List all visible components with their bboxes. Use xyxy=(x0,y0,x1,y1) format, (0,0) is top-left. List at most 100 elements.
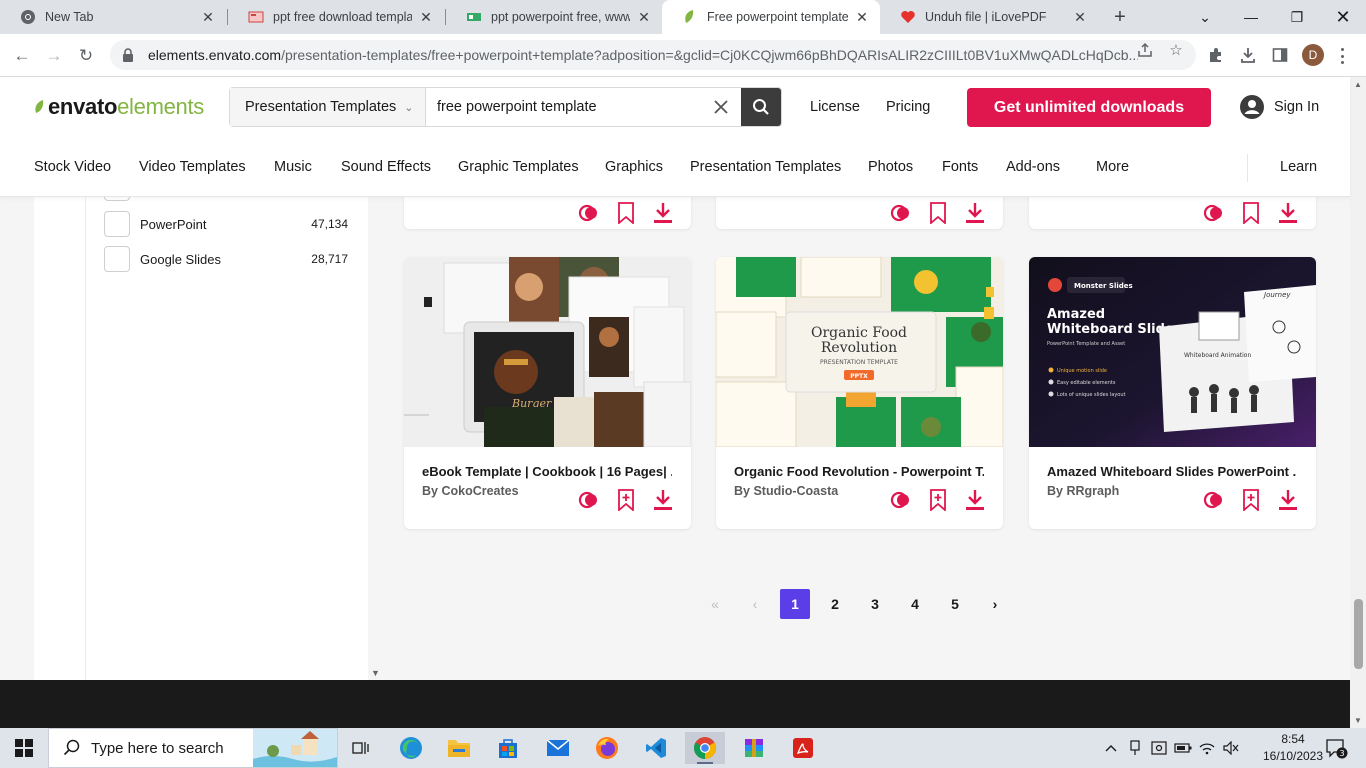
nav-fonts[interactable]: Fonts xyxy=(942,159,978,175)
nav-learn[interactable]: Learn xyxy=(1280,159,1317,175)
filter-powerpoint[interactable]: PowerPoint 47,134 xyxy=(104,211,348,237)
forward-arrow-icon[interactable]: → xyxy=(40,42,68,70)
close-icon[interactable]: ✕ xyxy=(854,9,870,25)
preview-icon[interactable] xyxy=(889,488,913,512)
download-icon[interactable] xyxy=(1276,488,1300,512)
card-author[interactable]: By Studio-Coasta xyxy=(734,484,838,498)
pricing-link[interactable]: Pricing xyxy=(886,99,930,115)
filter-checkbox[interactable] xyxy=(104,211,130,237)
address-bar[interactable]: elements.envato.com/presentation-templat… xyxy=(110,40,1196,70)
profile-avatar[interactable]: D xyxy=(1302,44,1324,66)
next-page-icon[interactable]: › xyxy=(980,589,1010,619)
bookmark-add-icon[interactable] xyxy=(1239,201,1263,225)
microsoft-store-icon[interactable] xyxy=(488,732,528,764)
amazed-whiteboard-thumbnail[interactable]: Monster Slides Amazed Whiteboard Slides … xyxy=(1029,257,1316,447)
download-icon[interactable] xyxy=(963,488,987,512)
minimize-icon[interactable]: — xyxy=(1228,0,1274,34)
result-card-amazed-whiteboard[interactable]: Monster Slides Amazed Whiteboard Slides … xyxy=(1029,257,1316,529)
nav-stock-video[interactable]: Stock Video xyxy=(34,159,111,175)
first-page-icon[interactable]: « xyxy=(700,589,730,619)
category-dropdown[interactable]: Presentation Templates ⌄ xyxy=(230,88,426,126)
nav-photos[interactable]: Photos xyxy=(868,159,913,175)
bookmark-add-icon[interactable] xyxy=(614,201,638,225)
edge-browser-icon[interactable] xyxy=(391,732,431,764)
task-view-icon[interactable] xyxy=(341,732,381,764)
page-1[interactable]: 1 xyxy=(780,589,810,619)
acrobat-pdf-icon[interactable] xyxy=(783,732,823,764)
nav-video-templates[interactable]: Video Templates xyxy=(139,159,246,175)
filter-google-slides[interactable]: Google Slides 28,717 xyxy=(104,246,348,272)
chevron-up-icon[interactable] xyxy=(1102,744,1120,752)
result-card[interactable] xyxy=(1029,197,1316,229)
nav-more[interactable]: More xyxy=(1096,159,1129,175)
back-arrow-icon[interactable]: ← xyxy=(8,42,36,70)
search-input[interactable]: free powerpoint template xyxy=(426,88,741,126)
reload-icon[interactable]: ↻ xyxy=(72,42,100,70)
firefox-icon[interactable] xyxy=(587,732,627,764)
result-card-cookbook[interactable]: Burger eBook Template | Cookbook | 16 Pa… xyxy=(404,257,691,529)
download-icon[interactable] xyxy=(651,488,675,512)
license-link[interactable]: License xyxy=(810,99,860,115)
result-card[interactable] xyxy=(404,197,691,229)
winrar-icon[interactable] xyxy=(734,732,774,764)
chrome-taskbar-icon[interactable] xyxy=(685,732,725,764)
wifi-icon[interactable] xyxy=(1198,741,1216,755)
browser-menu-icon[interactable] xyxy=(1336,46,1348,66)
notification-center-icon[interactable]: 3 xyxy=(1324,736,1348,760)
maximize-icon[interactable]: ❐ xyxy=(1274,0,1320,34)
nav-add-ons[interactable]: Add-ons xyxy=(1006,159,1060,175)
nav-presentation-templates[interactable]: Presentation Templates xyxy=(690,159,841,175)
sign-in-link[interactable]: Sign In xyxy=(1240,95,1319,119)
result-card[interactable] xyxy=(716,197,1003,229)
page-scrollbar[interactable]: ▲ ▼ xyxy=(1350,77,1366,728)
extensions-puzzle-icon[interactable] xyxy=(1206,45,1226,65)
bookmark-star-icon[interactable]: ☆ xyxy=(1167,41,1185,59)
cookbook-thumbnail[interactable]: Burger xyxy=(404,257,691,447)
nav-music[interactable]: Music xyxy=(274,159,312,175)
usb-device-icon[interactable] xyxy=(1126,740,1144,756)
get-unlimited-downloads-button[interactable]: Get unlimited downloads xyxy=(967,88,1211,127)
mail-icon[interactable] xyxy=(538,732,578,764)
new-tab-plus-icon[interactable]: + xyxy=(1108,5,1132,29)
tab-new-tab[interactable]: New Tab ✕ xyxy=(0,0,226,34)
preview-icon[interactable] xyxy=(577,488,601,512)
bookmark-add-icon[interactable] xyxy=(926,201,950,225)
vscode-icon[interactable] xyxy=(636,732,676,764)
nav-sound-effects[interactable]: Sound Effects xyxy=(341,159,431,175)
scrollbar-thumb[interactable] xyxy=(1354,599,1363,669)
tab-ppt-powerpoint-free[interactable]: ppt powerpoint free, www.al ✕ xyxy=(446,0,662,34)
page-5[interactable]: 5 xyxy=(940,589,970,619)
card-title[interactable]: Amazed Whiteboard Slides PowerPoint ... xyxy=(1047,464,1297,479)
download-icon[interactable] xyxy=(1276,201,1300,225)
battery-icon[interactable] xyxy=(1174,743,1192,753)
download-icon[interactable] xyxy=(1238,45,1258,65)
tab-ppt-free-download[interactable]: ppt free download template ✕ xyxy=(228,0,444,34)
close-icon[interactable]: ✕ xyxy=(200,9,216,25)
share-icon[interactable] xyxy=(1136,41,1154,59)
close-icon[interactable]: ✕ xyxy=(636,9,652,25)
window-close-icon[interactable]: ✕ xyxy=(1320,0,1366,34)
nav-graphic-templates[interactable]: Graphic Templates xyxy=(458,159,579,175)
result-card-organic-food[interactable]: Organic Food Revolution PRESENTATION TEM… xyxy=(716,257,1003,529)
close-icon[interactable]: ✕ xyxy=(418,9,434,25)
file-explorer-icon[interactable] xyxy=(439,732,479,764)
search-button[interactable] xyxy=(741,88,781,126)
bookmark-add-icon[interactable] xyxy=(1239,488,1263,512)
page-3[interactable]: 3 xyxy=(860,589,890,619)
taskbar-search-input[interactable]: Type here to search xyxy=(48,728,338,768)
card-title[interactable]: Organic Food Revolution - Powerpoint T..… xyxy=(734,464,984,479)
meet-now-icon[interactable] xyxy=(1150,741,1168,755)
organic-food-thumbnail[interactable]: Organic Food Revolution PRESENTATION TEM… xyxy=(716,257,1003,447)
card-author[interactable]: By RRgraph xyxy=(1047,484,1119,498)
filter-checkbox[interactable] xyxy=(104,246,130,272)
prev-page-icon[interactable]: ‹ xyxy=(740,589,770,619)
envato-elements-logo[interactable]: envato elements xyxy=(34,94,204,120)
nav-graphics[interactable]: Graphics xyxy=(605,159,663,175)
volume-muted-icon[interactable] xyxy=(1222,741,1240,755)
close-icon[interactable]: ✕ xyxy=(1072,9,1088,25)
windows-start-icon[interactable] xyxy=(0,728,48,768)
page-2[interactable]: 2 xyxy=(820,589,850,619)
taskbar-clock[interactable]: 8:54 16/10/2023 xyxy=(1262,731,1324,765)
preview-icon[interactable] xyxy=(1202,201,1226,225)
tab-envato-active[interactable]: Free powerpoint template P ✕ xyxy=(662,0,880,34)
